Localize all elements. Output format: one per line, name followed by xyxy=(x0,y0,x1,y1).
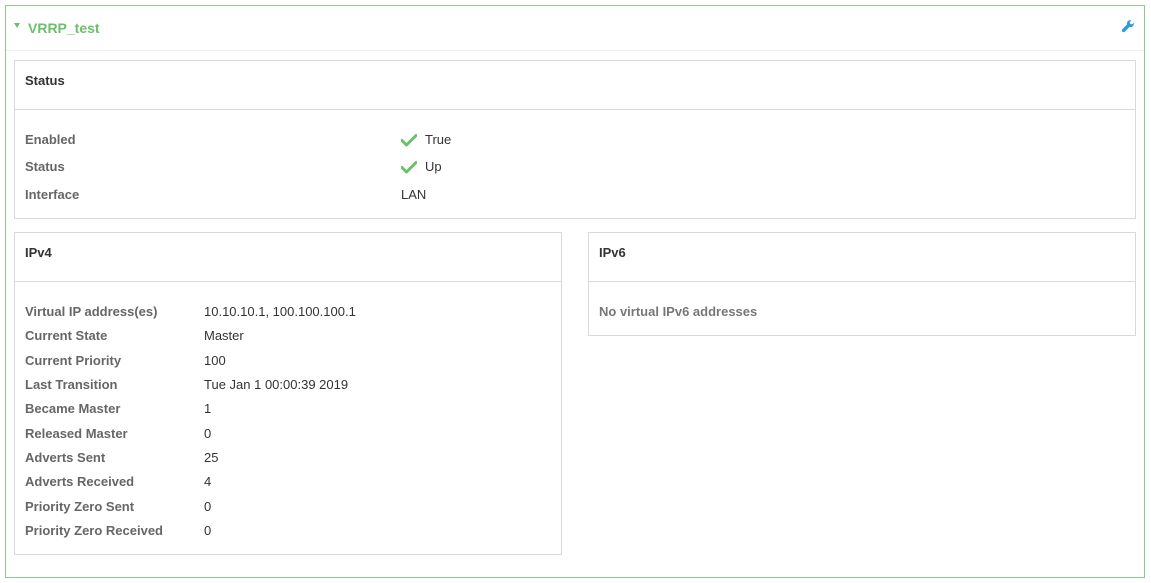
field-label: Enabled xyxy=(25,132,76,147)
field-value: LAN xyxy=(401,187,427,202)
ipv6-panel-title: IPv6 xyxy=(599,245,626,260)
field-label: Virtual IP address(es) xyxy=(25,304,158,319)
status-row-status: Status Up xyxy=(15,159,1135,179)
status-panel-header: Status xyxy=(15,61,1135,110)
field-label: Priority Zero Received xyxy=(25,523,163,538)
ipv4-row: Last Transition Tue Jan 1 00:00:39 2019 xyxy=(15,377,561,397)
empty-message: No virtual IPv6 addresses xyxy=(599,304,758,319)
field-value: Up xyxy=(425,159,442,174)
ipv4-row: Current Priority 100 xyxy=(15,353,561,373)
field-value: 25 xyxy=(204,450,219,465)
field-label: Status xyxy=(25,159,65,174)
field-value: 0 xyxy=(204,523,212,538)
section-title[interactable]: VRRP_test xyxy=(28,20,100,36)
ipv4-row: Virtual IP address(es) 10.10.10.1, 100.1… xyxy=(15,304,561,324)
status-row-enabled: Enabled True xyxy=(15,132,1135,152)
field-value: Master xyxy=(204,328,244,343)
field-value: 4 xyxy=(204,474,212,489)
ipv4-row: Priority Zero Sent 0 xyxy=(15,499,561,519)
field-label: Current State xyxy=(25,328,108,343)
wrench-icon[interactable] xyxy=(1121,19,1135,33)
field-value: 10.10.10.1, 100.100.100.1 xyxy=(204,304,356,319)
caret-down-icon[interactable] xyxy=(14,23,20,28)
field-label: Current Priority xyxy=(25,353,122,368)
field-label: Adverts Sent xyxy=(25,450,106,465)
field-value: 0 xyxy=(204,499,212,514)
ipv4-panel: IPv4 Virtual IP address(es) 10.10.10.1, … xyxy=(14,232,562,555)
ipv4-row: Became Master 1 xyxy=(15,401,561,421)
field-value: True xyxy=(425,132,452,147)
field-value: 1 xyxy=(204,401,212,416)
field-label: Priority Zero Sent xyxy=(25,499,135,514)
field-label: Interface xyxy=(25,187,80,202)
status-panel: Status Enabled True Status Up Interface … xyxy=(14,60,1136,219)
field-label: Released Master xyxy=(25,426,128,441)
ipv6-panel: IPv6 No virtual IPv6 addresses xyxy=(588,232,1136,336)
field-label: Became Master xyxy=(25,401,121,416)
status-panel-title: Status xyxy=(25,73,65,88)
ipv4-row: Adverts Received 4 xyxy=(15,474,561,494)
status-row-interface: Interface LAN xyxy=(15,187,1135,207)
ipv4-row: Released Master 0 xyxy=(15,426,561,446)
check-icon xyxy=(401,134,417,147)
field-value: 100 xyxy=(204,353,226,368)
ipv4-row: Priority Zero Received 0 xyxy=(15,523,561,543)
ipv6-panel-header: IPv6 xyxy=(589,233,1135,282)
section-header[interactable]: VRRP_test xyxy=(6,6,1144,51)
ipv4-row: Current State Master xyxy=(15,328,561,348)
field-label: Adverts Received xyxy=(25,474,135,489)
check-icon xyxy=(401,161,417,174)
field-value: 0 xyxy=(204,426,212,441)
ipv4-row: Adverts Sent 25 xyxy=(15,450,561,470)
ipv4-panel-title: IPv4 xyxy=(25,245,52,260)
vrrp-section: VRRP_test Status Enabled True Status Up … xyxy=(5,5,1145,578)
ipv4-panel-header: IPv4 xyxy=(15,233,561,282)
field-label: Last Transition xyxy=(25,377,118,392)
field-value: Tue Jan 1 00:00:39 2019 xyxy=(204,377,349,392)
